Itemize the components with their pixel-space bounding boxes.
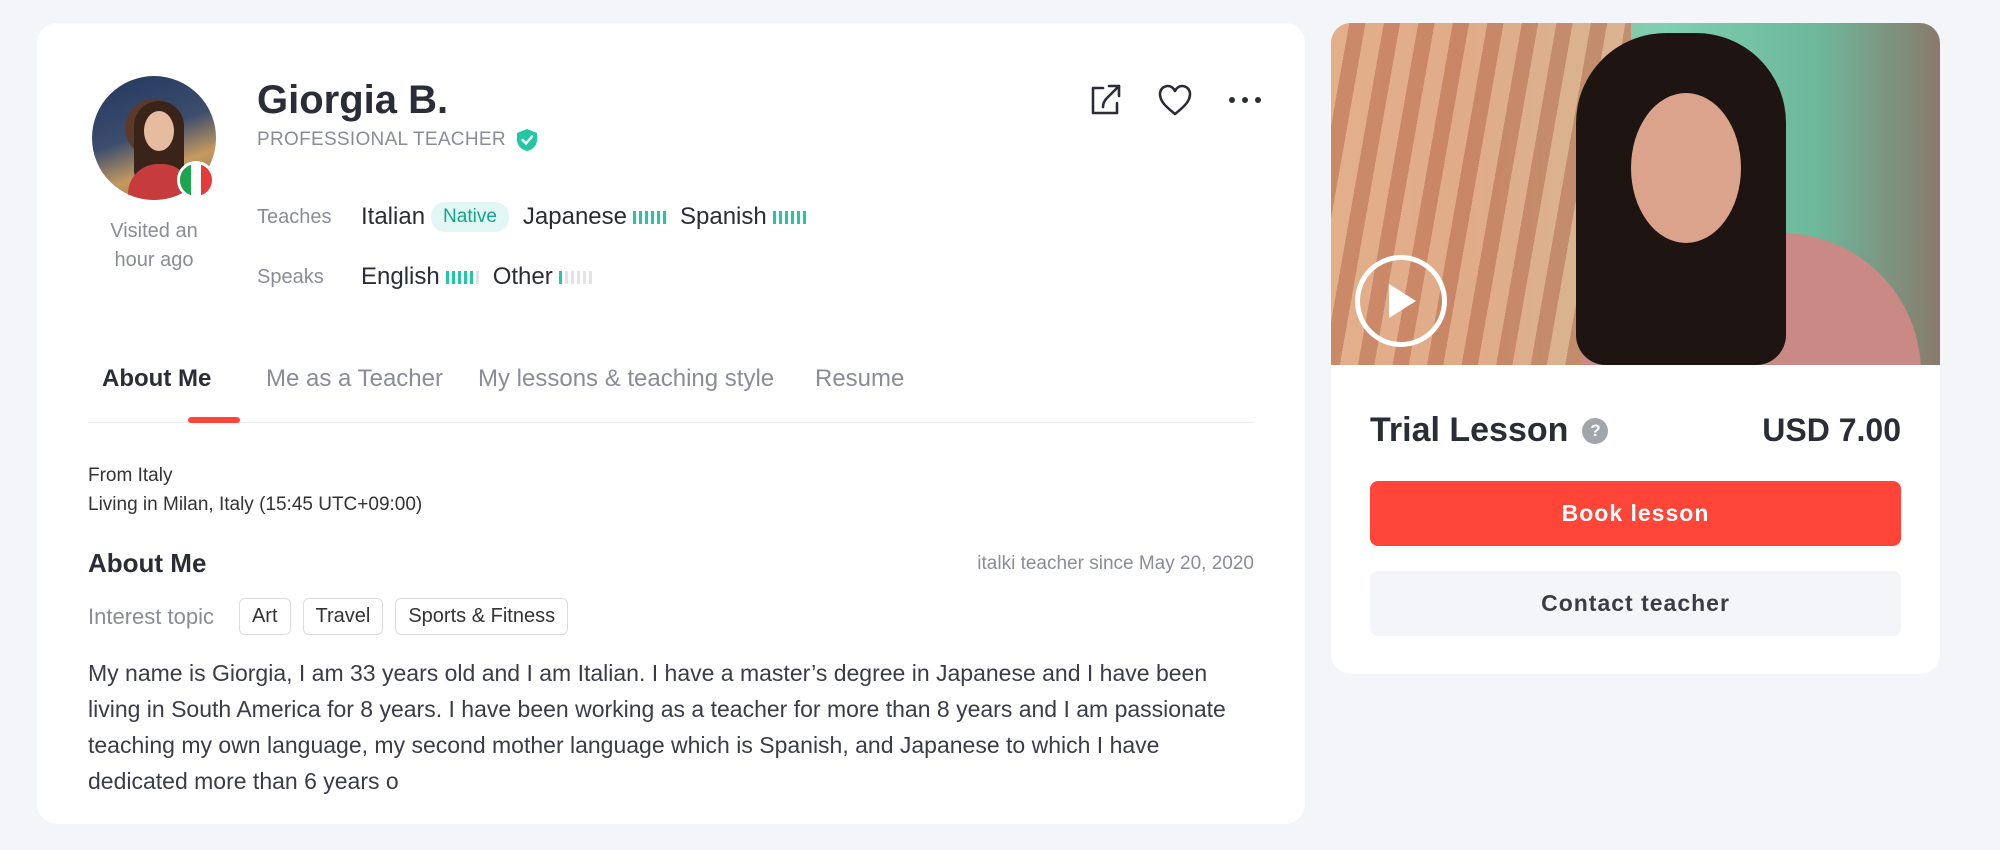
interest-chip[interactable]: Travel [302, 598, 384, 635]
teacher-role-row: PROFESSIONAL TEACHER [257, 128, 538, 152]
italy-flag-icon [177, 161, 215, 199]
teaches-language: Spanish [680, 203, 767, 230]
level-bar [790, 210, 794, 224]
visited-status: Visited an hour ago [110, 220, 198, 271]
about-bio: My name is Giorgia, I am 33 years old an… [88, 660, 1226, 794]
profile-actions [1085, 80, 1265, 120]
tab-lessons-teaching-style[interactable]: My lessons & teaching style [478, 365, 774, 393]
teacher-profile-card: Visited an hour ago Giorgia B. PROFESSIO… [37, 23, 1305, 824]
level-bar [588, 270, 592, 284]
booking-card: Trial Lesson ? USD 7.00 Book lesson Cont… [1331, 23, 1940, 674]
share-icon[interactable] [1085, 80, 1125, 120]
tab-about-me[interactable]: About Me [102, 365, 211, 393]
speaks-row: Speaks English Other [257, 263, 606, 291]
intro-video[interactable] [1331, 23, 1940, 365]
level-bar [469, 270, 473, 284]
book-lesson-button[interactable]: Book lesson [1370, 481, 1901, 546]
more-icon[interactable] [1225, 80, 1265, 120]
language-level-indicator [445, 270, 479, 284]
level-bar [663, 210, 666, 224]
tab-resume[interactable]: Resume [815, 365, 904, 393]
help-icon[interactable]: ? [1582, 417, 1609, 444]
trial-price: USD 7.00 [1762, 412, 1901, 448]
level-bar [475, 270, 479, 284]
interest-topics: Interest topic Art Travel Sports & Fitne… [88, 598, 580, 635]
level-bar [657, 210, 660, 224]
level-bar [796, 210, 800, 224]
speaks-language: English [361, 263, 440, 290]
speaks-language: Other [492, 263, 553, 290]
level-bar [582, 270, 586, 284]
teacher-name: Giorgia B. [257, 78, 449, 122]
language-level-indicator [633, 210, 666, 224]
teaches-language: Japanese [522, 203, 627, 230]
level-bar [633, 210, 636, 224]
location-info: From Italy Living in Milan, Italy (15:45… [88, 461, 422, 519]
interest-label: Interest topic [88, 603, 214, 629]
language-level-indicator [772, 210, 806, 224]
teacher-since: italki teacher since May 20, 2020 [977, 553, 1254, 574]
level-bar [564, 270, 568, 284]
teaches-language: Italian [361, 203, 426, 230]
native-badge: Native [431, 202, 509, 232]
trial-lesson-title: Trial Lesson [1370, 411, 1569, 449]
level-bar [639, 210, 642, 224]
heart-icon[interactable] [1155, 80, 1195, 120]
speaks-label: Speaks [257, 265, 324, 288]
interest-chip[interactable]: Art [238, 598, 291, 635]
contact-teacher-button[interactable]: Contact teacher [1370, 571, 1901, 636]
teacher-role: PROFESSIONAL TEACHER [257, 129, 506, 150]
trial-lesson-row: Trial Lesson ? USD 7.00 [1370, 411, 1901, 450]
profile-tabs: About Me Me as a Teacher My lessons & te… [88, 341, 1254, 423]
level-bar [772, 210, 776, 224]
level-bar [645, 210, 648, 224]
shield-check-icon [516, 129, 537, 151]
level-bar [651, 210, 654, 224]
about-heading: About Me [88, 548, 207, 578]
tab-me-as-a-teacher[interactable]: Me as a Teacher [266, 365, 443, 393]
language-level-indicator [558, 270, 592, 284]
avatar[interactable] [92, 76, 216, 200]
level-bar [784, 210, 788, 224]
level-bar [558, 270, 562, 284]
level-bar [457, 270, 461, 284]
level-bar [570, 270, 574, 284]
level-bar [576, 270, 580, 284]
from-country: From Italy [88, 465, 173, 486]
play-icon[interactable] [1355, 255, 1447, 347]
teaches-row: Teaches Italian Native Japanese Spanish [257, 202, 820, 232]
living-location: Living in Milan, Italy (15:45 UTC+09:00) [88, 494, 423, 515]
level-bar [802, 210, 806, 224]
interest-chip[interactable]: Sports & Fitness [395, 598, 569, 635]
level-bar [463, 270, 467, 284]
teaches-label: Teaches [257, 205, 332, 228]
level-bar [445, 270, 449, 284]
level-bar [778, 210, 782, 224]
level-bar [451, 270, 455, 284]
active-tab-indicator [188, 417, 240, 423]
